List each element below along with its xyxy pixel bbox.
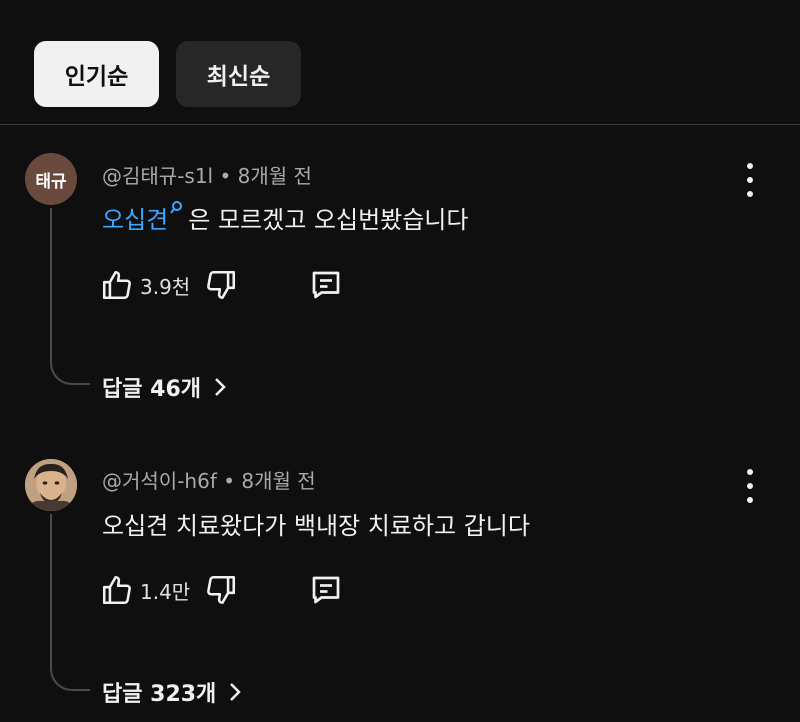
more-vertical-icon — [747, 469, 753, 475]
replies-toggle[interactable]: 답글 46개 — [102, 371, 227, 403]
search-icon[interactable] — [170, 200, 186, 216]
like-count: 3.9천 — [140, 274, 191, 299]
more-vertical-icon — [747, 163, 753, 169]
comment-menu-button[interactable] — [738, 163, 762, 197]
replies-label: 답글 323개 — [102, 682, 217, 707]
comment-actions: 3.9천 — [100, 267, 344, 303]
comment-meta: @거석이-h6f • 8개월 전 — [102, 465, 316, 494]
comment-time[interactable]: 8개월 전 — [241, 469, 315, 493]
meta-separator: • — [223, 469, 236, 493]
comment-author[interactable]: @거석이-h6f — [102, 469, 217, 493]
chevron-right-icon — [215, 378, 226, 396]
comment-icon — [312, 271, 340, 299]
chevron-right-icon — [230, 683, 242, 701]
thumb-down-icon — [207, 270, 236, 300]
dislike-button[interactable] — [204, 573, 238, 607]
comment-text: 오십견 은 모르겠고 오십번봤습니다 — [102, 200, 468, 235]
reply-button[interactable] — [308, 572, 344, 608]
comment-text-rest: 오십견 치료왔다가 백내장 치료하고 갑니다 — [102, 512, 530, 540]
like-button[interactable] — [100, 268, 134, 302]
replies-label: 답글 46개 — [102, 377, 201, 402]
avatar[interactable]: 태규 — [25, 153, 77, 205]
sort-chip-popular[interactable]: 인기순 — [34, 41, 159, 107]
comment-text-rest: 은 모르겠고 오십번봤습니다 — [188, 206, 469, 234]
comment-author[interactable]: @김태규-s1l — [102, 164, 213, 188]
thumb-down-icon — [207, 575, 236, 605]
thread-line — [50, 208, 90, 385]
thumb-up-icon — [102, 575, 131, 605]
comment-icon — [312, 576, 340, 604]
thumb-up-icon — [102, 270, 131, 300]
comment-actions: 1.4만 — [100, 572, 344, 608]
replies-toggle[interactable]: 답글 323개 — [102, 676, 242, 708]
thread-line — [50, 514, 90, 691]
dislike-button[interactable] — [204, 268, 238, 302]
comment-text: 오십견 치료왔다가 백내장 치료하고 갑니다 — [102, 506, 530, 541]
comment-meta: @김태규-s1l • 8개월 전 — [102, 160, 312, 189]
like-button[interactable] — [100, 573, 134, 607]
avatar-initials: 태규 — [35, 171, 67, 192]
reply-button[interactable] — [308, 267, 344, 303]
sort-chips: 인기순 최신순 — [34, 41, 301, 107]
meta-separator: • — [219, 164, 232, 188]
avatar[interactable] — [25, 459, 77, 511]
comment-menu-button[interactable] — [738, 469, 762, 503]
comment-time[interactable]: 8개월 전 — [238, 164, 312, 188]
search-link[interactable]: 오십견 — [102, 206, 168, 234]
like-count: 1.4만 — [140, 579, 191, 604]
sort-chip-newest[interactable]: 최신순 — [176, 41, 301, 107]
avatar-photo-icon — [25, 459, 77, 511]
divider — [0, 124, 800, 125]
